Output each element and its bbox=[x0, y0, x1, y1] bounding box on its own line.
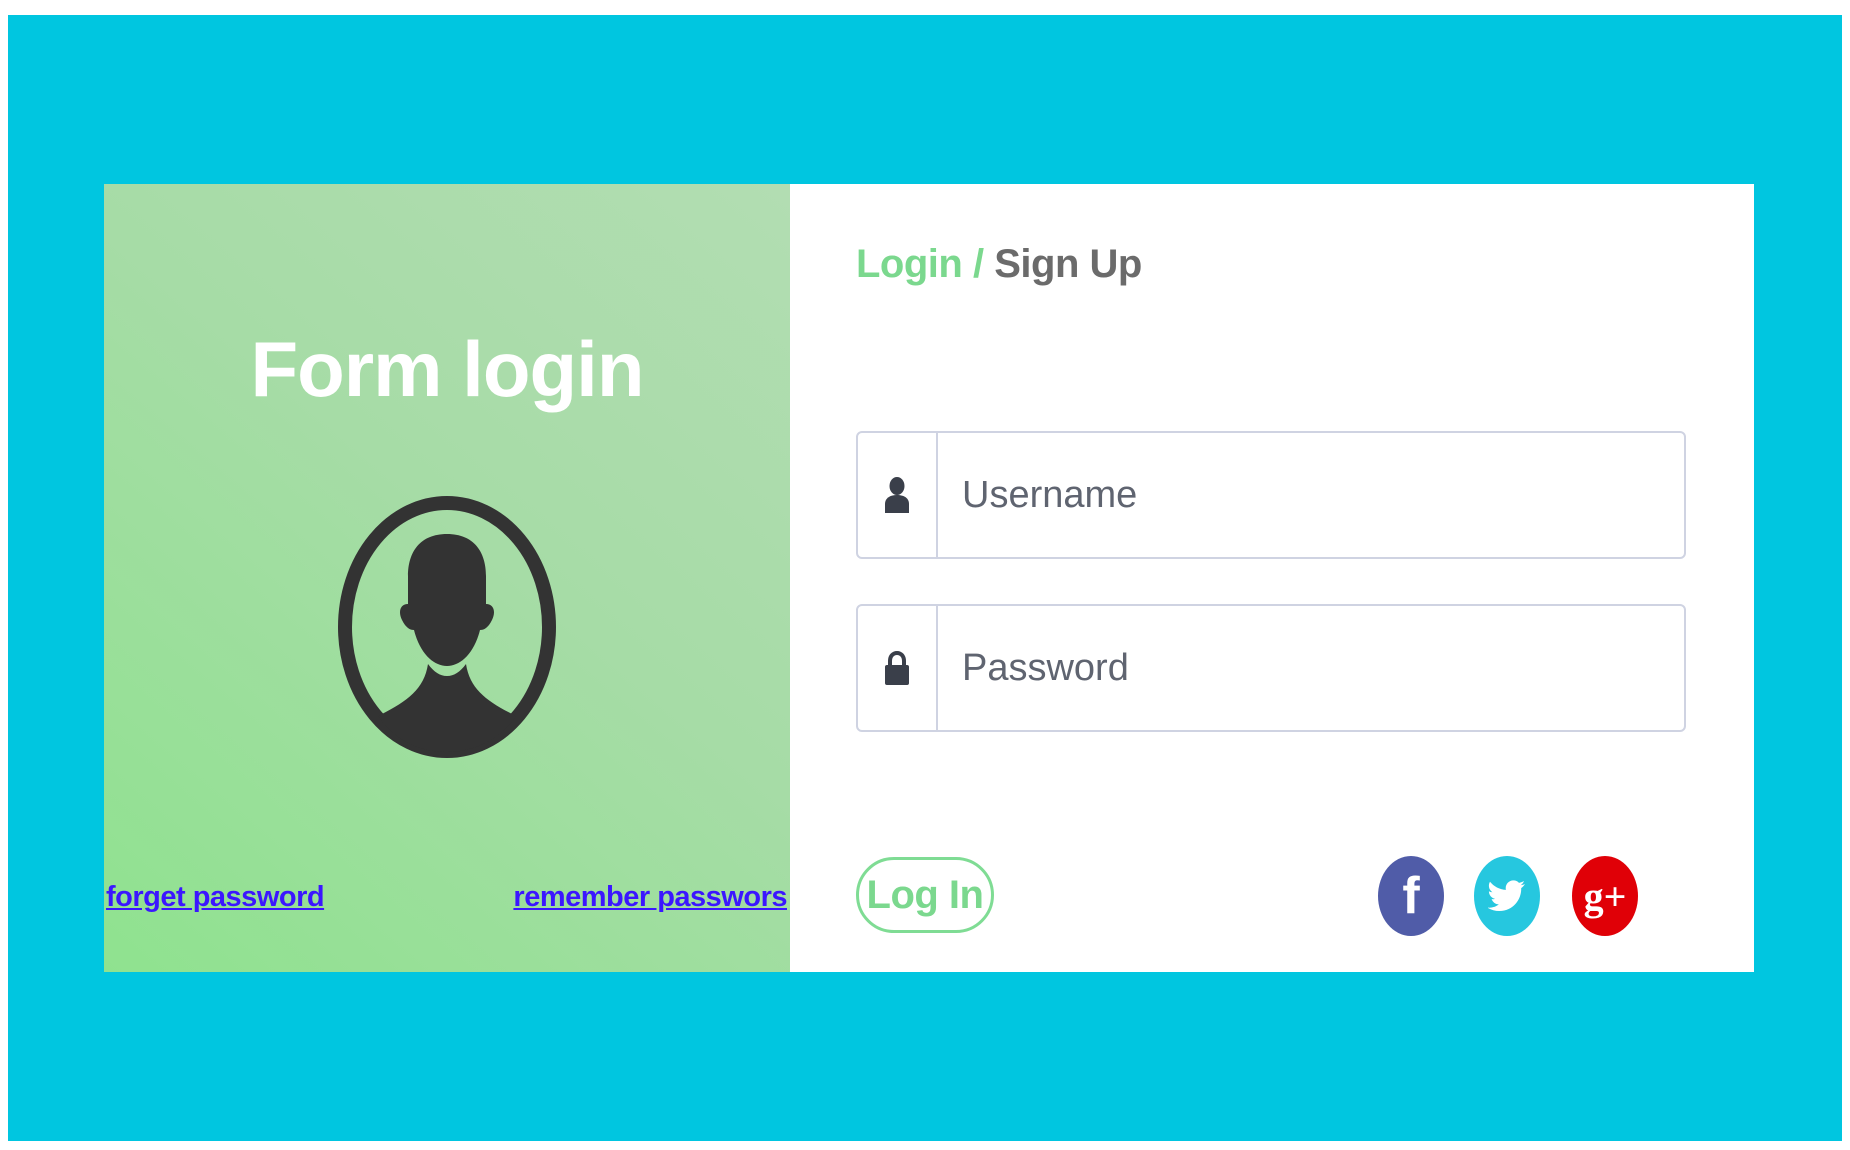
page-background: Form login forget password remember pass… bbox=[8, 15, 1842, 1141]
remember-password-link[interactable]: remember passwors bbox=[513, 881, 787, 914]
password-field-group bbox=[856, 604, 1686, 732]
google-plus-glyph: g+ bbox=[1583, 873, 1627, 919]
tab-login[interactable]: Login bbox=[856, 242, 963, 286]
user-icon bbox=[858, 433, 938, 557]
forget-password-link[interactable]: forget password bbox=[106, 881, 325, 914]
lock-icon bbox=[858, 606, 938, 730]
login-card: Form login forget password remember pass… bbox=[104, 184, 1754, 972]
facebook-glyph: f bbox=[1402, 867, 1420, 925]
username-field-group bbox=[856, 431, 1686, 559]
twitter-icon[interactable] bbox=[1474, 856, 1540, 936]
facebook-icon[interactable]: f bbox=[1378, 856, 1444, 936]
tab-signup[interactable]: Sign Up bbox=[994, 242, 1142, 286]
tab-separator: / bbox=[972, 242, 984, 286]
auth-tabs: Login / Sign Up bbox=[856, 242, 1142, 287]
login-button[interactable]: Log In bbox=[856, 857, 994, 933]
user-silhouette-icon bbox=[338, 496, 556, 758]
left-panel: Form login forget password remember pass… bbox=[104, 184, 790, 972]
password-input[interactable] bbox=[938, 606, 1684, 730]
form-title: Form login bbox=[250, 325, 645, 413]
google-plus-icon[interactable]: g+ bbox=[1572, 856, 1638, 936]
twitter-bird-icon bbox=[1488, 880, 1525, 911]
username-input[interactable] bbox=[938, 433, 1684, 557]
right-panel: Login / Sign Up Username Log In f g+ bbox=[790, 184, 1754, 972]
